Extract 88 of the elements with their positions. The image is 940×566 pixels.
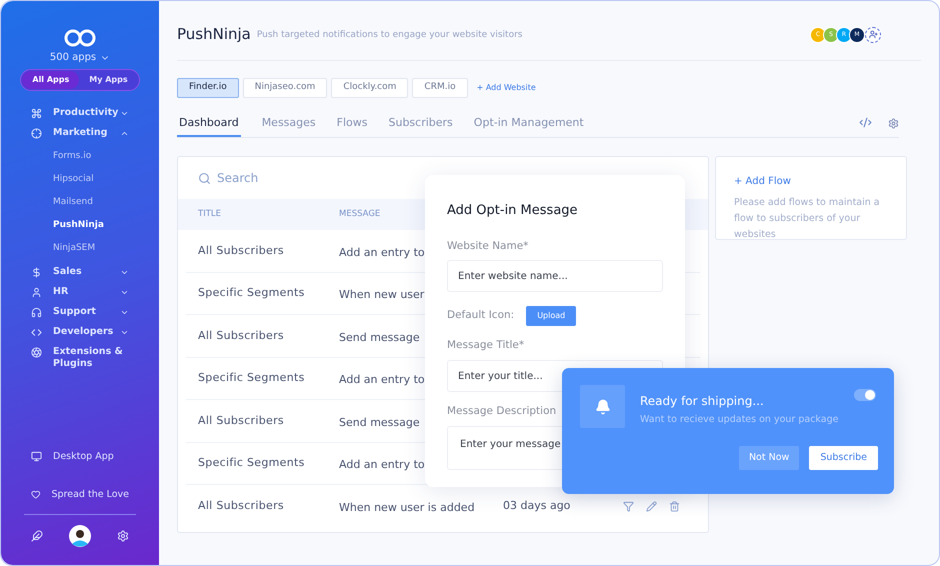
sidebar-item[interactable]: Spread the Love	[1, 488, 159, 502]
website-tab[interactable]: Clockly.com	[331, 78, 408, 98]
website-tab[interactable]: Finder.io	[177, 78, 239, 98]
toast-title: Ready for shipping...	[640, 393, 765, 410]
sidebar-item[interactable]: Productivity	[1, 103, 159, 123]
field-label: Default Icon:	[447, 308, 514, 324]
chevron-down-icon	[120, 288, 129, 297]
feather-icon[interactable]	[31, 530, 43, 542]
sidebar-subitem[interactable]: NinjaSEM	[1, 237, 159, 260]
category-icon	[31, 128, 42, 139]
table-cell-text: Specific Segments	[198, 370, 306, 386]
app-filter-tab[interactable]: All Apps	[22, 71, 80, 89]
field-label: Message Title*	[447, 338, 524, 354]
category-icon	[31, 307, 42, 318]
category-icon	[31, 287, 42, 298]
sidebar-subitem[interactable]: Mailsend	[1, 191, 159, 214]
toggle-switch[interactable]	[854, 389, 876, 401]
column-header: MESSAGE	[339, 208, 380, 221]
sidebar-subitem[interactable]: Hipsocial	[1, 168, 159, 191]
chevron-down-icon	[120, 268, 129, 277]
category-icon	[31, 267, 42, 278]
page-title: PushNinja	[177, 24, 251, 46]
table-cell: Send message	[339, 330, 420, 344]
code-icon[interactable]	[859, 116, 872, 129]
sidebar-subitem[interactable]: PushNinja	[1, 214, 159, 237]
table-cell-text: Specific Segments	[198, 285, 306, 301]
apps-dropdown[interactable]: 500 apps	[50, 50, 110, 65]
add-user-icon[interactable]	[865, 26, 881, 42]
category-icon	[31, 327, 42, 338]
flows-hint: Please add flows to maintain a flow to subscribers of your websites	[734, 196, 881, 242]
app-filter-tab[interactable]: My Apps	[79, 71, 138, 89]
table-cell-text: Specific Segments	[198, 455, 306, 471]
add-flow-link[interactable]: + Add Flow	[734, 174, 791, 189]
column-header: TITLE	[198, 208, 222, 221]
sidebar-item[interactable]: HR	[1, 282, 159, 302]
sidebar-item[interactable]: Marketing	[1, 123, 159, 143]
nav-tab[interactable]: Messages	[262, 114, 316, 137]
nav-tab[interactable]: Flows	[336, 114, 368, 137]
table-cell: Add an entry to	[339, 373, 425, 386]
table-cell: When new user	[339, 288, 424, 302]
category-icon	[31, 347, 42, 358]
sidebar-item[interactable]: Extensions & Plugins	[1, 342, 159, 374]
chevron-up-icon	[120, 129, 129, 138]
subscribe-button[interactable]: Subscribe	[809, 446, 878, 470]
avatar[interactable]	[69, 525, 91, 547]
chevron-down-icon	[120, 308, 129, 317]
dismiss-button[interactable]: Not Now	[738, 446, 800, 470]
table-cell-text: All Subscribers	[198, 498, 285, 514]
table-cell: Add an entry to	[339, 458, 425, 472]
search-icon	[198, 172, 211, 184]
text-input[interactable]: Enter your title...	[447, 360, 663, 392]
add-website-link[interactable]: + Add Website	[476, 82, 536, 94]
nav-tab[interactable]: Opt-in Management	[474, 114, 584, 137]
field-label: Website Name*	[447, 238, 528, 254]
category-icon	[31, 108, 42, 119]
page-subtitle: Push targeted notifications to engage your website visitors	[256, 28, 522, 42]
sidebar-subitem[interactable]: Forms.io	[1, 145, 159, 168]
table-cell-text: All Subscribers	[198, 242, 285, 258]
table-cell: Add an entry to	[339, 246, 425, 259]
table-cell-text: All Subscribers	[198, 328, 285, 344]
sidebar-item[interactable]: Support	[1, 302, 159, 322]
sidebar-item[interactable]: Developers	[1, 322, 159, 342]
upload-button[interactable]: Upload	[526, 306, 576, 326]
heart-icon	[31, 489, 40, 500]
nav-tab[interactable]: Dashboard	[177, 114, 241, 137]
table-cell: Send message	[339, 416, 420, 429]
website-tab[interactable]: CRM.io	[412, 78, 468, 98]
logo-icon	[64, 29, 96, 47]
table-cell-text: 03 days ago	[503, 498, 572, 514]
toast-message: Want to recieve updates on your package	[640, 413, 840, 427]
trash-icon[interactable]	[669, 500, 680, 512]
table-cell-text: All Subscribers	[198, 412, 285, 428]
sidebar-item[interactable]: Desktop App	[1, 450, 159, 464]
chevron-down-icon	[120, 328, 129, 337]
monitor-icon	[31, 451, 42, 462]
text-input[interactable]: Enter website name...	[447, 260, 663, 292]
nav-tab[interactable]: Subscribers	[388, 114, 453, 137]
settings-icon[interactable]	[888, 118, 899, 129]
chevron-down-icon	[120, 109, 129, 118]
modal-title: Add Opt-in Message	[447, 202, 579, 220]
sidebar-item[interactable]: Sales	[1, 262, 159, 282]
bell-icon	[580, 385, 625, 428]
edit-icon[interactable]	[646, 500, 657, 512]
table-cell: When new user is added	[339, 501, 475, 514]
filter-icon[interactable]	[623, 500, 634, 512]
website-tab[interactable]: Ninjaseo.com	[242, 78, 328, 98]
search-field[interactable]: Search	[217, 169, 367, 187]
field-label: Message Description	[447, 404, 556, 419]
